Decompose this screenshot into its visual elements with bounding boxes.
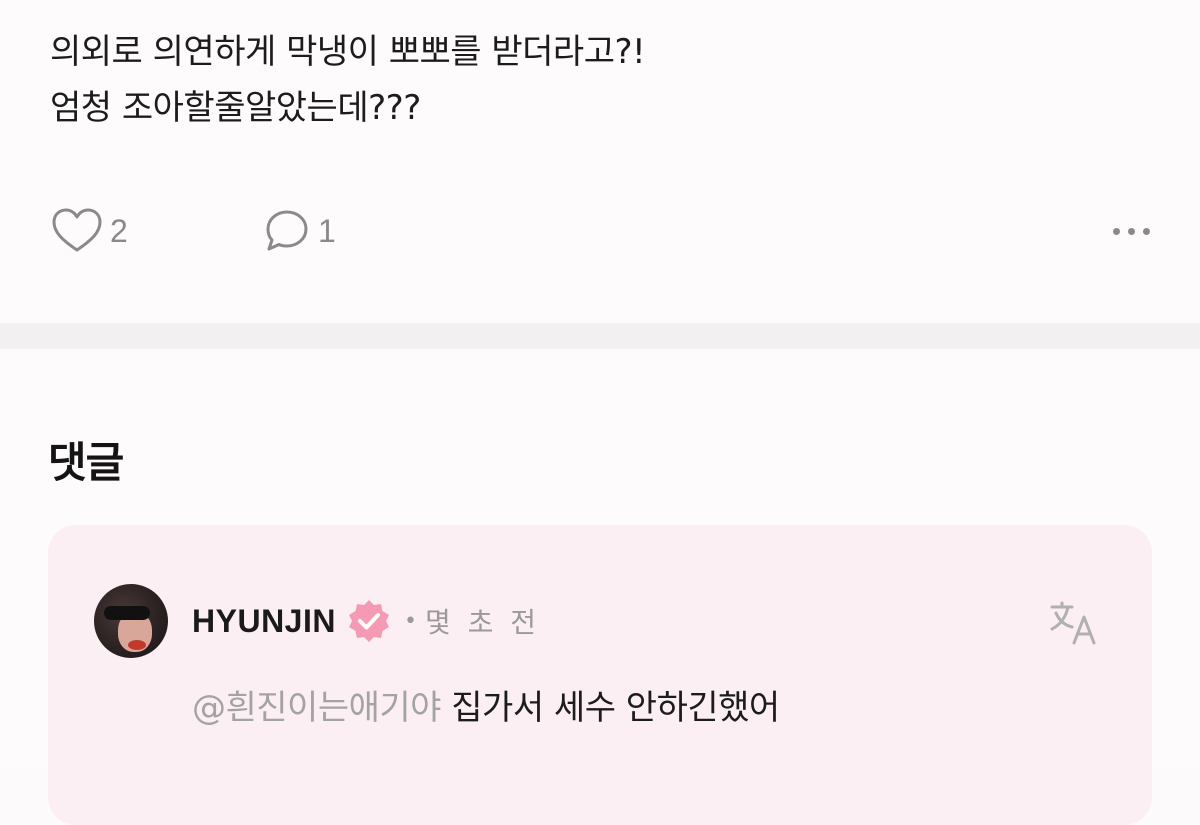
post-line: 의외로 의연하게 막냉이 뽀뽀를 받더라고?! [50,32,646,72]
translate-icon [1050,601,1096,645]
speech-bubble-icon [266,210,308,251]
like-count: 2 [110,212,128,249]
comments-title: 댓글 [48,438,124,487]
post-actions: 2 1 [50,203,1150,259]
comment-message: 집가서 세수 안하긴했어 [451,688,780,728]
comment-card: HYUNJIN • 몇 초 전 @흰진이는애기야 집가서 세수 안하긴했어 [48,525,1152,825]
separator-dot: • [403,608,417,634]
post-line: 엄청 조아할줄알았는데??? [50,88,421,128]
comment-button[interactable]: 1 [262,203,336,259]
more-options-button[interactable] [1090,203,1150,259]
heart-icon [52,208,102,252]
comment-username[interactable]: HYUNJIN [192,603,336,640]
comment-count: 1 [318,212,336,249]
avatar[interactable] [94,584,168,658]
comment-text: @흰진이는애기야 집가서 세수 안하긴했어 [192,680,780,729]
verified-badge-icon [348,600,389,642]
post-body: 의외로 의연하게 막냉이 뽀뽀를 받더라고?! 엄청 조아할줄알았는데??? [50,24,646,136]
comment-meta: HYUNJIN • 몇 초 전 [192,597,540,645]
comment-time: 몇 초 전 [424,606,541,639]
like-button[interactable]: 2 [50,203,128,259]
more-dots-icon [1105,227,1150,235]
translate-button[interactable] [1048,597,1100,649]
section-divider [0,323,1200,349]
comment-mention[interactable]: @흰진이는애기야 [192,688,441,728]
comments-section: 댓글 HYUNJIN • 몇 초 전 @흰진이는애기야 집가서 세수 안하긴했어 [0,349,1200,825]
post: 의외로 의연하게 막냉이 뽀뽀를 받더라고?! 엄청 조아할줄알았는데??? 2… [0,0,1200,323]
